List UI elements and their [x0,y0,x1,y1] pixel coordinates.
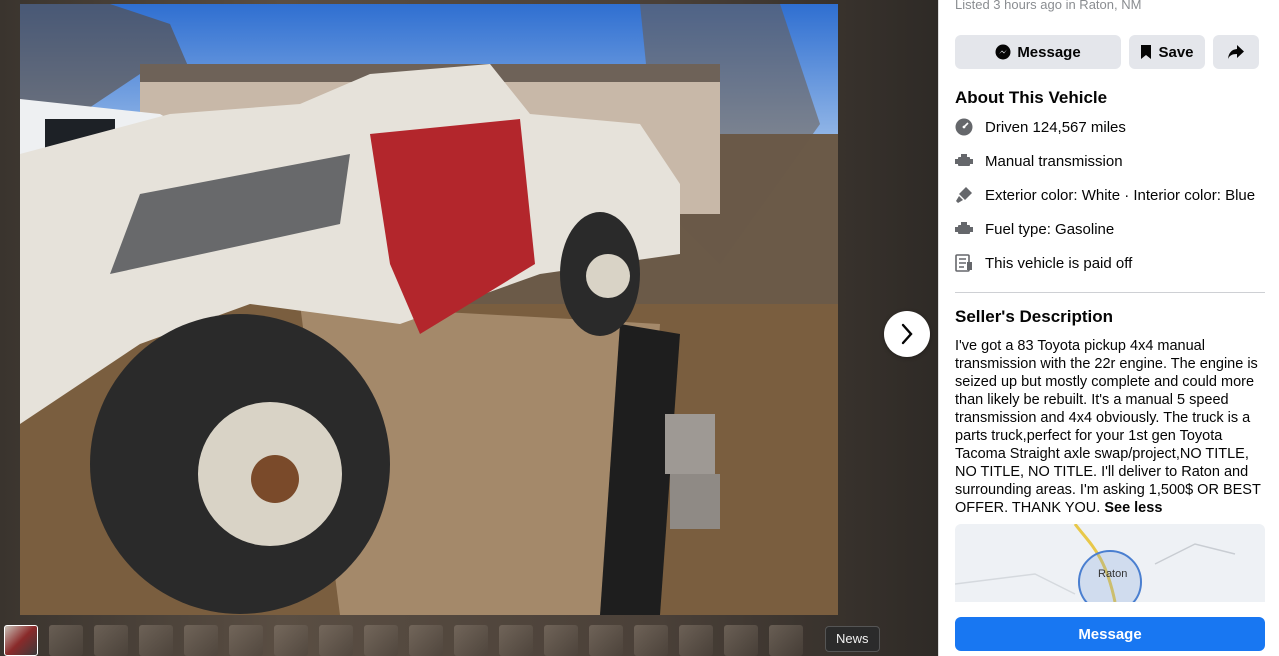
thumbnail[interactable] [724,625,758,656]
seller-description: I've got a 83 Toyota pickup 4x4 manual t… [955,337,1265,517]
thumbnail[interactable] [634,625,668,656]
seller-description-text: I've got a 83 Toyota pickup 4x4 manual t… [955,338,1261,516]
listed-time-location: Listed 3 hours ago in Raton, NM [955,0,1142,12]
chevron-right-icon [901,323,913,345]
message-button-label: Message [1017,43,1081,61]
paint-brush-icon [955,186,973,204]
thumbnail[interactable] [4,625,38,656]
spec-text: Fuel type: Gasoline [985,220,1115,238]
save-button[interactable]: Save [1129,35,1205,69]
spec-text: Manual transmission [985,152,1123,170]
message-seller-button[interactable]: Message [955,617,1265,651]
thumbnail[interactable] [409,625,443,656]
thumbnail[interactable] [184,625,218,656]
save-button-label: Save [1158,43,1194,61]
thumbnail[interactable] [49,625,83,656]
seller-description-title: Seller's Description [955,307,1114,326]
next-photo-button[interactable] [884,311,930,357]
engine-icon [955,152,973,170]
spec-payment: This vehicle is paid off [955,254,1132,272]
see-less-link[interactable]: See less [1104,500,1162,516]
message-button[interactable]: Message [955,35,1121,69]
thumbnail[interactable] [274,625,308,656]
thumbnail-strip [4,625,940,656]
location-map[interactable]: Raton [955,524,1265,602]
thumbnail[interactable] [589,625,623,656]
listing-photo [20,4,838,615]
spec-text: This vehicle is paid off [985,254,1133,272]
thumbnail[interactable] [679,625,713,656]
share-icon [1228,45,1244,59]
spec-mileage: Driven 124,567 miles [955,118,1126,136]
spec-transmission: Manual transmission [955,152,1123,170]
messenger-icon [995,44,1011,60]
thumbnail[interactable] [94,625,128,656]
share-button[interactable] [1213,35,1259,69]
spec-text: Driven 124,567 miles [985,118,1126,136]
thumbnail[interactable] [769,625,803,656]
document-icon [955,254,973,272]
fuel-icon [955,220,973,238]
thumbnail[interactable] [499,625,533,656]
photo-viewer: News [0,0,940,656]
bookmark-icon [1141,45,1152,59]
listing-details-panel: Listed 3 hours ago in Raton, NM Message … [938,0,1279,656]
thumbnail[interactable] [319,625,353,656]
thumbnail[interactable] [139,625,173,656]
action-bar: Message Save [955,35,1259,69]
section-divider [955,292,1265,293]
spec-fuel: Fuel type: Gasoline [955,220,1114,238]
map-location-label: Raton [1098,568,1128,580]
thumbnail[interactable] [454,625,488,656]
thumbnail[interactable] [544,625,578,656]
speedometer-icon [955,118,973,136]
thumbnail[interactable] [364,625,398,656]
spec-text: Exterior color: White · Interior color: … [985,186,1256,204]
about-vehicle-title: About This Vehicle [955,88,1108,107]
spec-colors: Exterior color: White · Interior color: … [955,186,1255,204]
thumbnail[interactable] [229,625,263,656]
tooltip: News [825,626,880,652]
